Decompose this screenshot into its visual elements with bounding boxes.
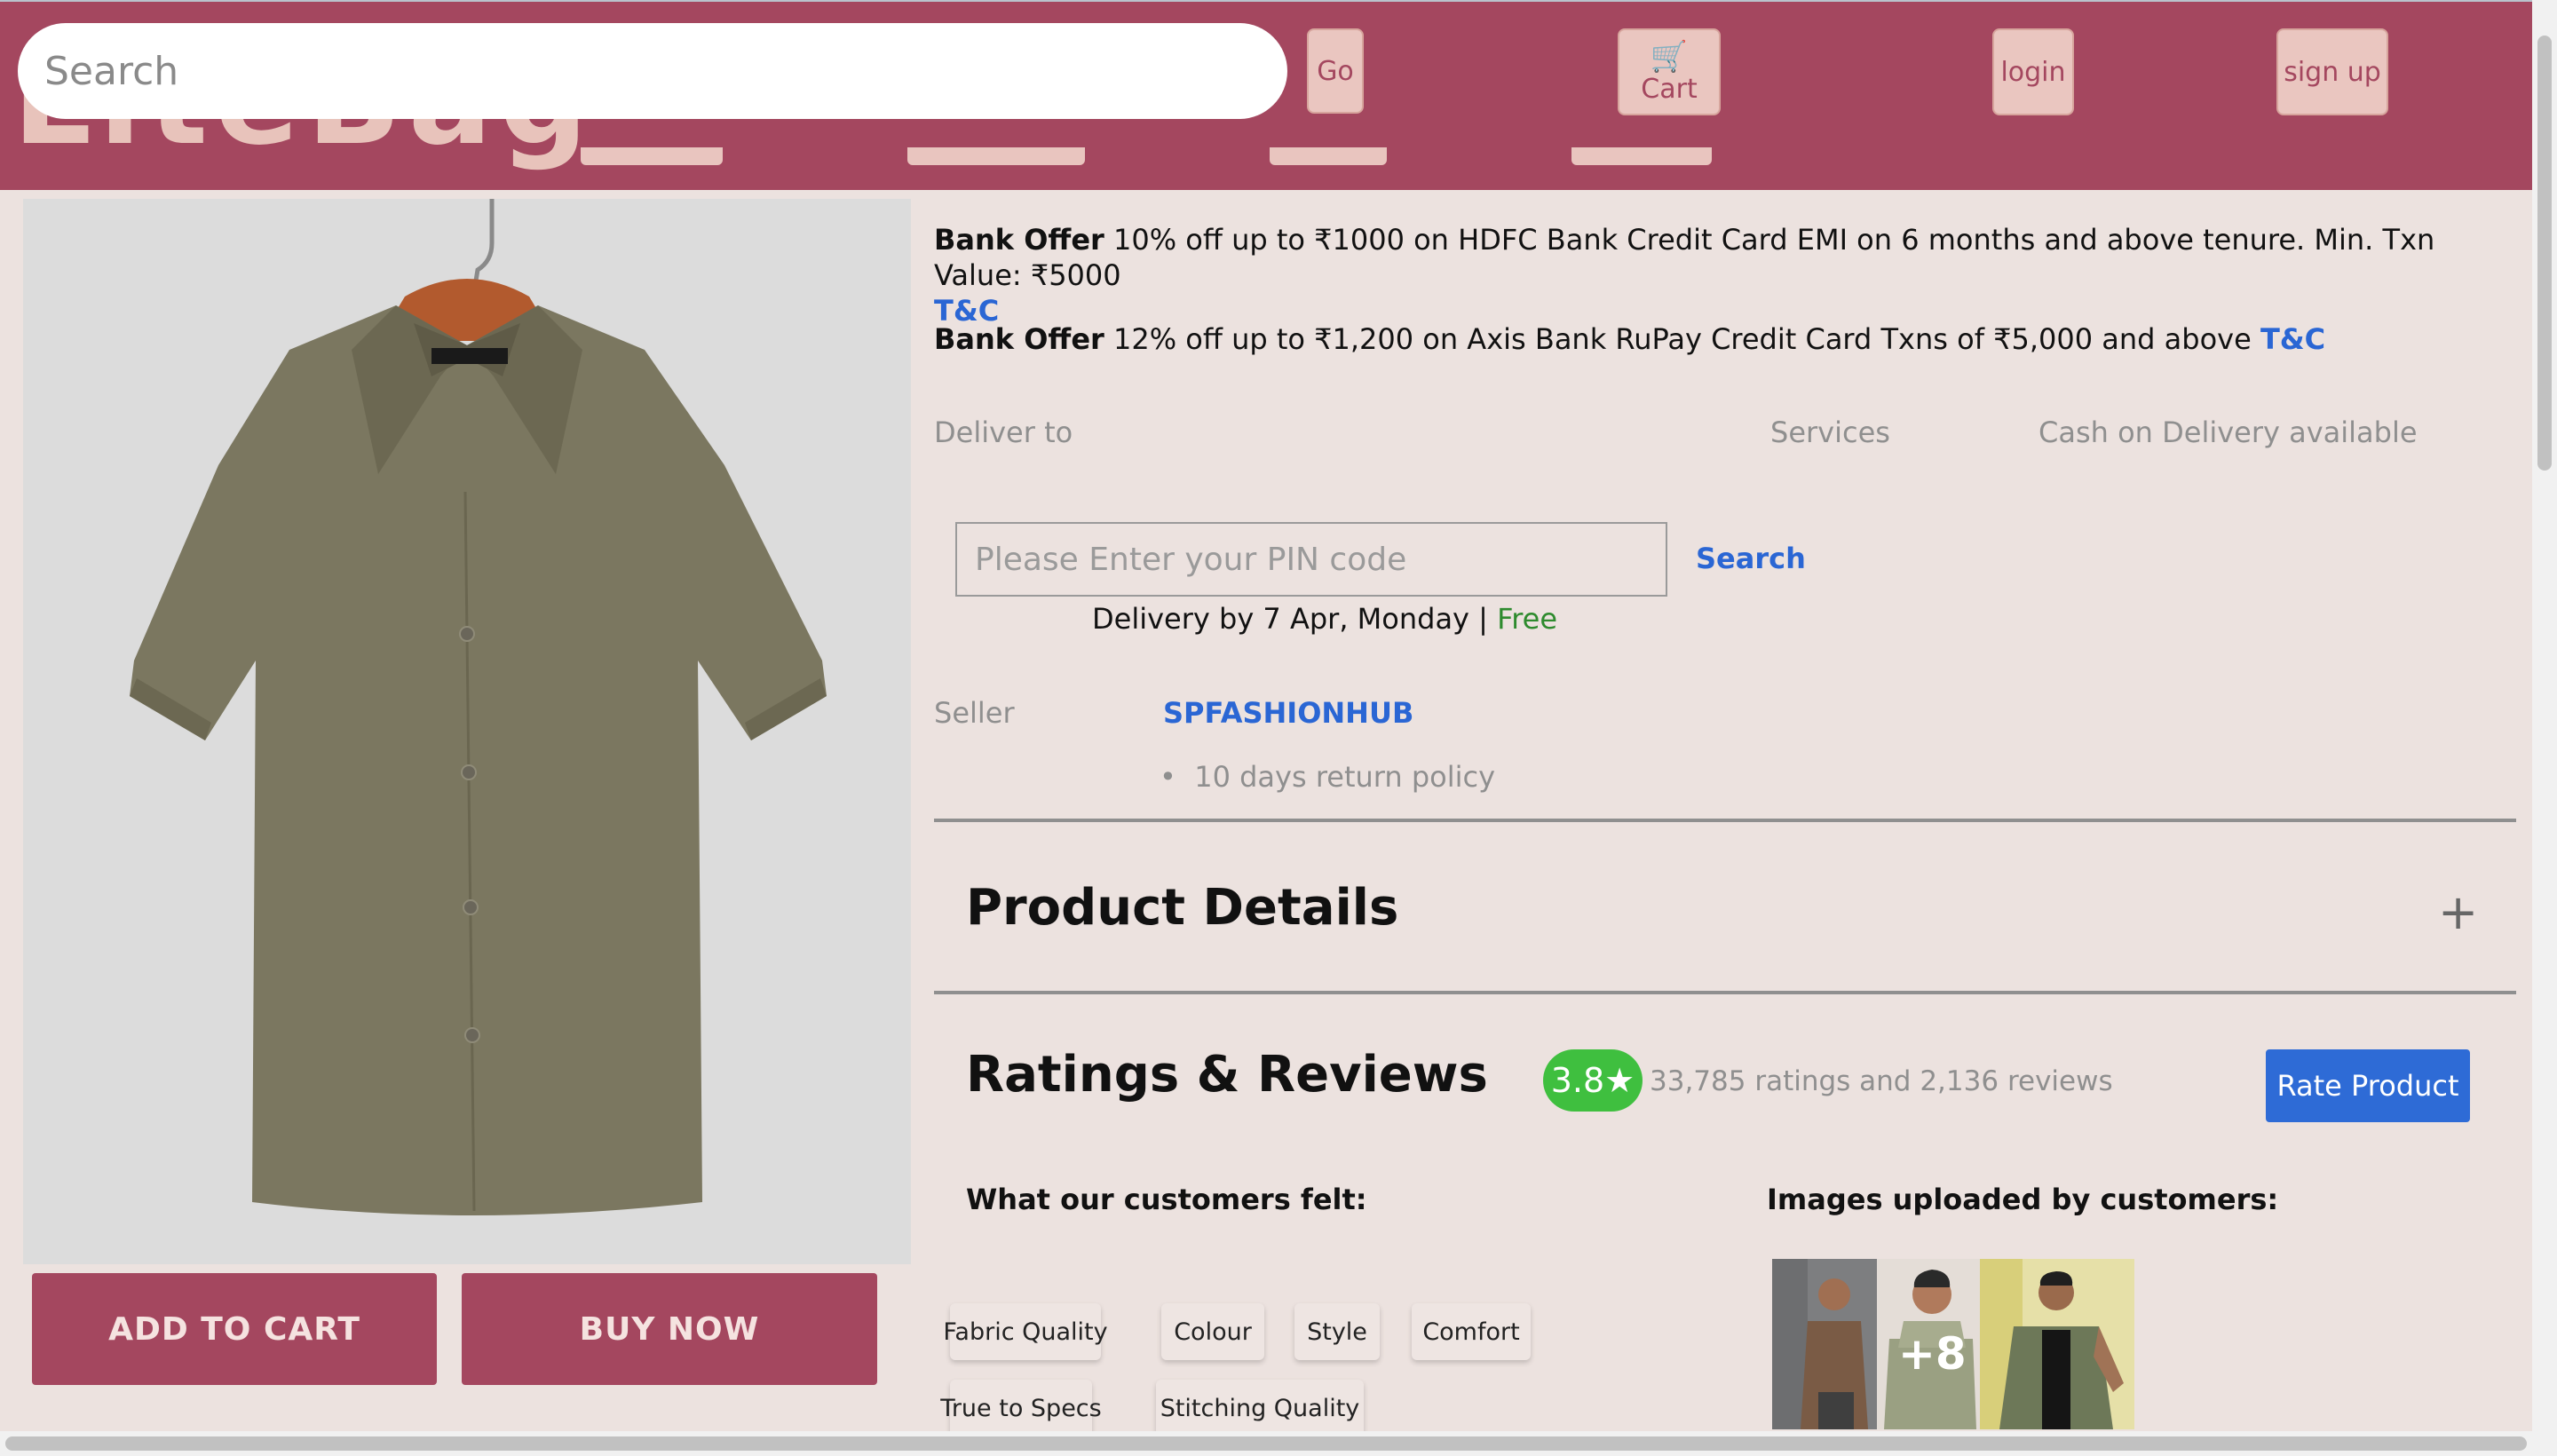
star-icon: ★ (1604, 1061, 1635, 1100)
pin-search-link[interactable]: Search (1696, 542, 1806, 575)
feedback-chip[interactable]: Fabric Quality (943, 1303, 1108, 1360)
return-policy-text: 10 days return policy (1194, 760, 1496, 794)
customer-images-label: Images uploaded by customers: (1767, 1183, 2279, 1216)
cart-button[interactable]: 🛒 Cart (1618, 28, 1721, 115)
nav-ghost-button (907, 147, 1085, 165)
go-button-label: Go (1317, 55, 1354, 87)
ratings-reviews-title: Ratings & Reviews (966, 1046, 1488, 1104)
horizontal-scroll-thumb[interactable] (5, 1436, 2527, 1451)
signup-button[interactable]: sign up (2276, 28, 2388, 115)
cod-text: Cash on Delivery available (2038, 415, 2418, 449)
customer-photo-3 (1980, 1259, 2134, 1429)
bank-offer-2: Bank Offer 12% off up to ₹1,200 on Axis … (934, 321, 2497, 357)
search-input[interactable] (18, 23, 1287, 119)
add-to-cart-label: ADD TO CART (108, 1310, 360, 1348)
cart-button-label: Cart (1641, 73, 1698, 105)
login-button[interactable]: login (1992, 28, 2074, 115)
login-button-label: login (2000, 56, 2066, 88)
feedback-chip[interactable]: Colour (1161, 1303, 1264, 1360)
buy-now-button[interactable]: BUY NOW (462, 1273, 877, 1385)
rating-score: 3.8 (1550, 1061, 1605, 1100)
expand-icon[interactable]: + (2438, 884, 2478, 940)
offer-tag: Bank Offer (934, 223, 1104, 257)
free-delivery-label: Free (1497, 602, 1558, 636)
seller-name-link[interactable]: SPFASHIONHUB (1163, 696, 1413, 730)
feedback-chip[interactable]: Comfort (1412, 1303, 1531, 1360)
feedback-chip[interactable]: Style (1294, 1303, 1380, 1360)
top-header: LiteBag Go 🛒 Cart login sign up (0, 0, 2532, 190)
section-divider (934, 819, 2516, 822)
deliver-to-label: Deliver to (934, 415, 1073, 449)
shirt-illustration (130, 199, 827, 1215)
offer-text: 12% off up to ₹1,200 on Axis Bank RuPay … (1112, 322, 2252, 356)
customers-felt-label: What our customers felt: (966, 1183, 1367, 1216)
offer-tag: Bank Offer (934, 322, 1104, 356)
feedback-chip[interactable]: True to Specs (940, 1380, 1102, 1436)
vertical-scroll-thumb[interactable] (2537, 36, 2552, 471)
product-details-title: Product Details (966, 879, 1399, 937)
feedback-chip[interactable]: Stitching Quality (1156, 1380, 1364, 1436)
offer-terms-link[interactable]: T&C (2260, 322, 2325, 356)
rate-product-button[interactable]: Rate Product (2266, 1049, 2470, 1122)
section-divider (934, 991, 2516, 994)
rate-product-label: Rate Product (2276, 1069, 2459, 1103)
seller-label: Seller (934, 696, 1015, 730)
product-image[interactable] (23, 199, 911, 1264)
nav-ghost-button (581, 147, 723, 165)
bank-offer-1: Bank Offer 10% off up to ₹1000 on HDFC B… (934, 222, 2497, 328)
customer-photo-1 (1772, 1259, 1877, 1429)
nav-ghost-button (1571, 147, 1712, 165)
signup-button-label: sign up (2284, 56, 2381, 88)
nav-ghost-button (1270, 147, 1387, 165)
more-images-count[interactable]: +8 (1898, 1328, 1967, 1380)
customer-image[interactable] (1772, 1259, 1877, 1429)
services-label: Services (1770, 415, 1890, 449)
delivery-date: Delivery by 7 Apr, Monday | (1092, 602, 1498, 636)
delivery-estimate: Delivery by 7 Apr, Monday | Free (1092, 602, 1557, 636)
offer-text: 10% off up to ₹1000 on HDFC Bank Credit … (934, 223, 2435, 292)
buy-now-label: BUY NOW (579, 1310, 760, 1348)
rating-badge: 3.8 ★ (1543, 1049, 1643, 1112)
pin-code-input[interactable] (955, 522, 1667, 597)
return-policy: • 10 days return policy (1160, 760, 1496, 794)
go-button[interactable]: Go (1307, 28, 1364, 114)
ratings-summary: 33,785 ratings and 2,136 reviews (1650, 1065, 2113, 1097)
customer-image[interactable] (1980, 1259, 2134, 1429)
add-to-cart-button[interactable]: ADD TO CART (32, 1273, 437, 1385)
cart-icon: 🛒 (1650, 38, 1689, 75)
